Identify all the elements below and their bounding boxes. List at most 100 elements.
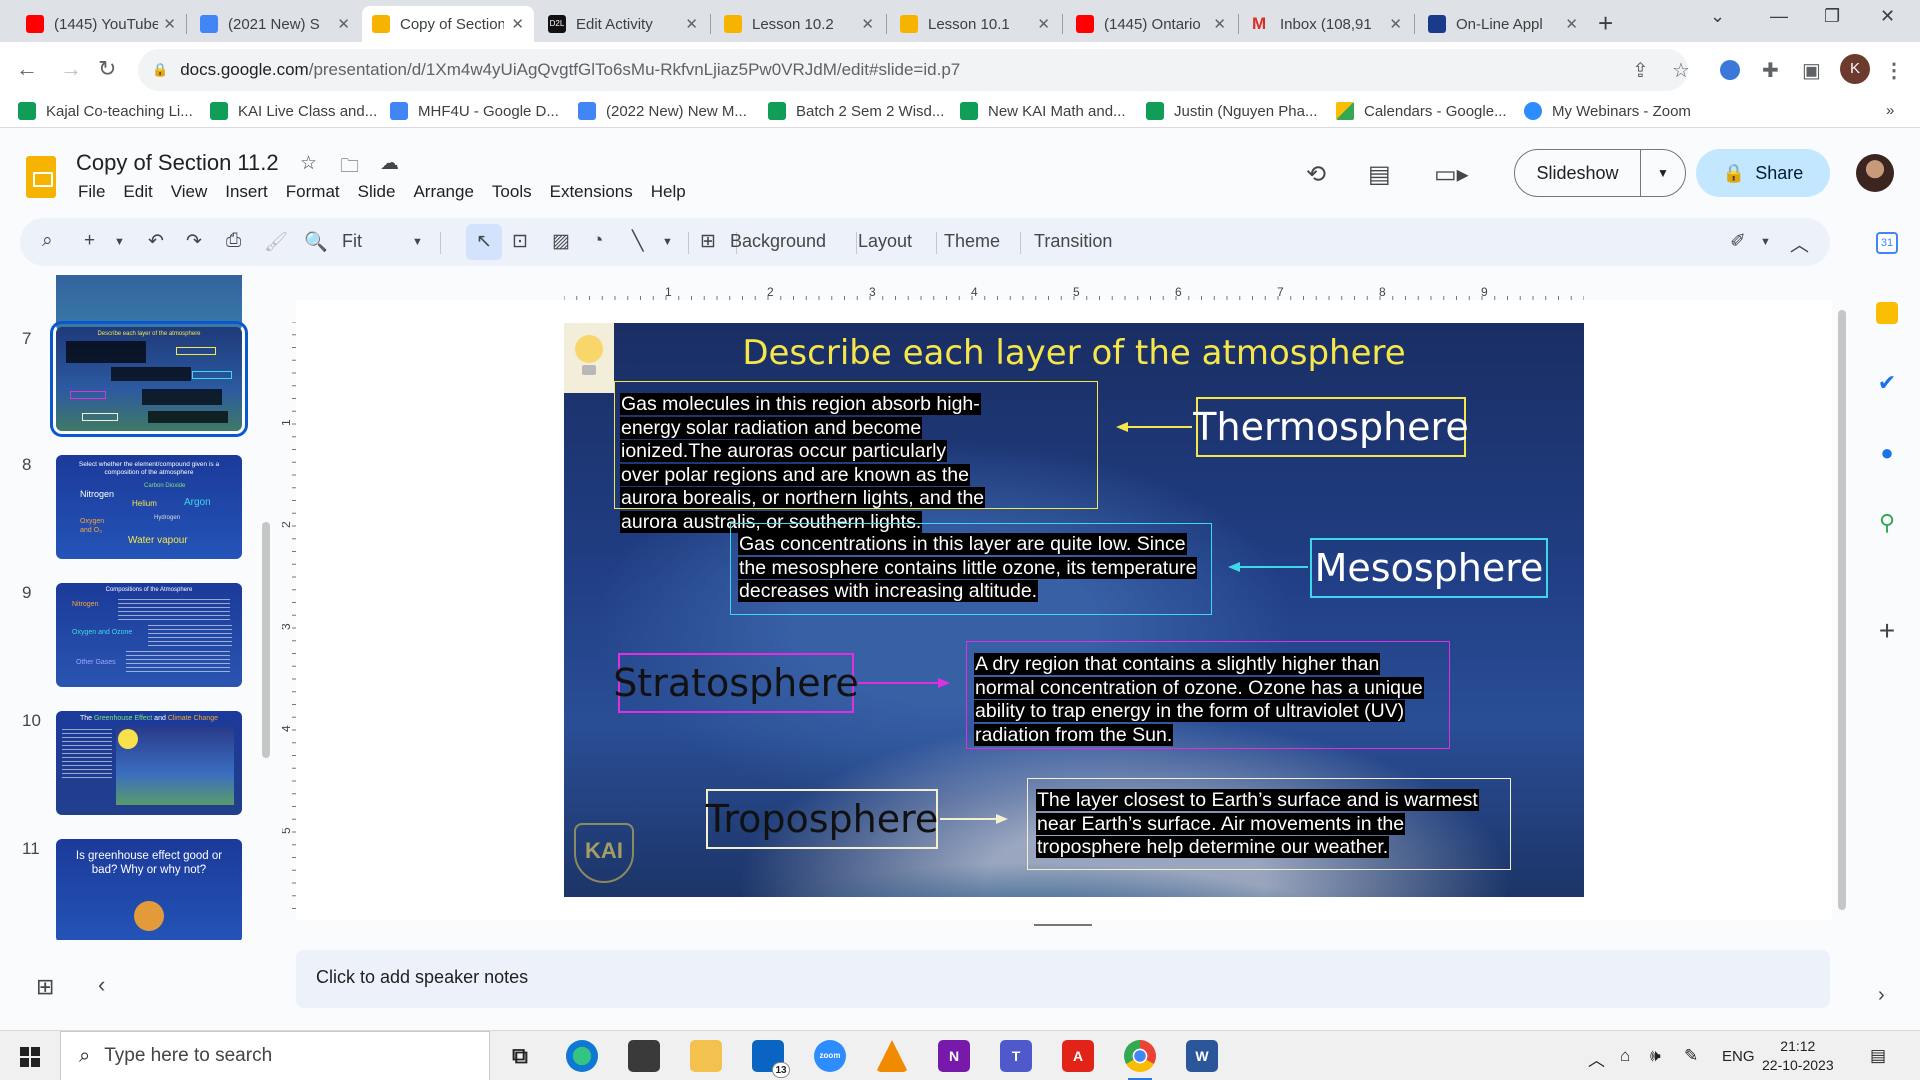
thermosphere-label[interactable]: Thermosphere [1193,397,1469,457]
bookmark-item[interactable]: MHF4U - Google D... [390,102,559,120]
bookmark-item[interactable]: New KAI Math and... [960,102,1126,120]
tab-lesson-10-2[interactable]: Lesson 10.2 ✕ [714,6,884,42]
undo-icon[interactable]: ↶ [148,230,164,253]
slide-thumbnail-9[interactable]: Compositions of the Atmosphere Nitrogen … [56,583,242,687]
shape-icon[interactable]: ◔ [592,230,603,252]
close-window-icon[interactable]: ✕ [1880,6,1895,27]
zoom-icon[interactable]: 🔍 [304,230,328,254]
bookmark-item[interactable]: KAI Live Class and... [210,102,377,120]
current-slide[interactable]: Describe each layer of the atmosphere Ga… [564,323,1584,897]
calendar-icon[interactable]: 31 [1876,232,1898,254]
line-icon[interactable]: ╲ [632,230,643,253]
menu-extensions[interactable]: Extensions [550,182,633,202]
slide-thumbnail-6[interactable] [56,275,242,331]
network-icon[interactable]: ⌂ [1620,1046,1630,1066]
background-button[interactable]: Background [730,231,826,252]
menu-insert[interactable]: Insert [225,182,268,202]
layout-button[interactable]: Layout [858,231,912,252]
transition-button[interactable]: Transition [1034,231,1112,252]
chevron-down-icon[interactable]: ▼ [412,236,423,248]
slide-thumbnail-8[interactable]: Select whether the element/compound give… [56,455,242,559]
show-hidden-icons-icon[interactable]: ︿ [1588,1046,1605,1071]
bookmark-item[interactable]: Calendars - Google... [1336,102,1507,120]
bookmark-item[interactable]: Justin (Nguyen Pha... [1146,102,1317,120]
file-explorer-icon[interactable] [690,1040,722,1072]
menu-kebab-icon[interactable]: ⋮ [1884,58,1904,83]
profile-avatar[interactable]: K [1840,54,1870,84]
close-icon[interactable]: ✕ [337,15,350,33]
search-menus-icon[interactable]: ⌕ [42,230,53,252]
taskbar-search[interactable]: ⌕ Type here to search [60,1031,490,1080]
stratosphere-label[interactable]: Stratosphere [613,653,859,713]
menu-arrange[interactable]: Arrange [413,182,473,202]
chevron-down-icon[interactable]: ▼ [662,236,673,248]
minimize-icon[interactable]: — [1770,6,1788,27]
tab-lesson-10-1[interactable]: Lesson 10.1 ✕ [890,6,1060,42]
bookmark-item[interactable]: Kajal Co-teaching Li... [18,102,193,120]
address-bar[interactable]: 🔒 docs.google.com/presentation/d/1Xm4w4y… [138,49,1688,91]
tab-slides-active[interactable]: Copy of Section 11.2 ✕ [362,6,534,42]
menu-format[interactable]: Format [286,182,340,202]
reload-icon[interactable]: ↻ [98,56,116,82]
close-icon[interactable]: ✕ [511,15,524,33]
horizontal-ruler[interactable]: 1 2 3 4 5 6 7 8 9 [564,286,1584,300]
slides-logo-icon[interactable] [26,156,56,198]
restore-icon[interactable]: ❐ [1824,6,1840,27]
close-icon[interactable]: ✕ [1037,15,1050,33]
close-icon[interactable]: ✕ [163,15,176,33]
menu-slide[interactable]: Slide [358,182,396,202]
slideshow-label[interactable]: Slideshow [1515,150,1641,196]
pen-tool-icon[interactable]: ✐ [1730,230,1746,253]
extension-icon[interactable] [1720,60,1740,80]
tasks-icon[interactable]: ✔ [1876,372,1898,394]
forward-icon[interactable]: → [60,56,82,82]
vlc-icon[interactable] [876,1040,908,1072]
teams-icon[interactable]: T [1000,1040,1032,1072]
task-view-icon[interactable]: ⧉ [504,1040,536,1072]
filmstrip-scrollbar[interactable] [262,522,270,758]
windows-start-icon[interactable] [20,1047,40,1067]
puzzle-icon[interactable]: ✚ [1762,58,1779,83]
new-slide-icon[interactable]: + [84,230,95,252]
tab-d2l[interactable]: D2L Edit Activity ✕ [538,6,708,42]
comments-icon[interactable]: ▤ [1368,160,1391,189]
bookmark-item[interactable]: My Webinars - Zoom [1524,102,1691,120]
paint-format-icon[interactable]: 🖌 [264,230,288,254]
redo-icon[interactable]: ↷ [186,230,202,253]
select-cursor-icon[interactable]: ↖ [476,230,492,253]
lock-icon[interactable]: 🔒 [152,62,168,78]
menu-help[interactable]: Help [651,182,686,202]
chevron-right-icon[interactable]: › [1878,984,1885,1007]
tab-search-icon[interactable]: ⌄ [1710,6,1725,27]
star-icon[interactable]: ☆ [300,152,317,175]
chevron-down-icon[interactable]: ▼ [1641,166,1685,180]
mesosphere-label[interactable]: Mesosphere [1310,538,1548,598]
tab-online-app[interactable]: On-Line Appl ✕ [1418,6,1588,42]
get-addons-icon[interactable]: + [1876,617,1898,645]
image-icon[interactable]: ▨ [552,230,570,253]
language-indicator[interactable]: ENG [1722,1048,1755,1065]
maps-icon[interactable]: ⚲ [1876,512,1898,534]
bookmark-star-icon[interactable]: ☆ [1672,58,1690,83]
close-icon[interactable]: ✕ [1389,15,1402,33]
zoom-app-icon[interactable]: zoom [814,1040,846,1072]
keep-icon[interactable] [1876,302,1898,324]
chevron-down-icon[interactable]: ▼ [114,236,125,248]
side-panel-icon[interactable]: ▣ [1802,58,1821,83]
close-icon[interactable]: ✕ [685,15,698,33]
close-icon[interactable]: ✕ [861,15,874,33]
new-tab-button[interactable]: + [1598,8,1613,39]
pen-icon[interactable]: ✎ [1684,1046,1698,1066]
slide-thumbnail-10[interactable]: The Greenhouse Effect and Climate Change [56,711,242,815]
slide-title[interactable]: Describe each layer of the atmosphere [564,333,1584,373]
print-icon[interactable]: ⎙ [226,230,241,252]
speaker-notes[interactable]: Click to add speaker notes [296,950,1830,1008]
tab-gmail[interactable]: M Inbox (108,91 ✕ [1242,6,1412,42]
bookmark-item[interactable]: Batch 2 Sem 2 Wisd... [768,102,944,120]
more-bookmarks-icon[interactable]: » [1886,102,1894,119]
menu-view[interactable]: View [171,182,208,202]
chevron-down-icon[interactable]: ▼ [1760,236,1771,248]
onenote-icon[interactable]: N [938,1040,970,1072]
meet-camera-icon[interactable]: ▭▸ [1434,160,1469,189]
share-button[interactable]: 🔒 Share [1696,149,1830,197]
